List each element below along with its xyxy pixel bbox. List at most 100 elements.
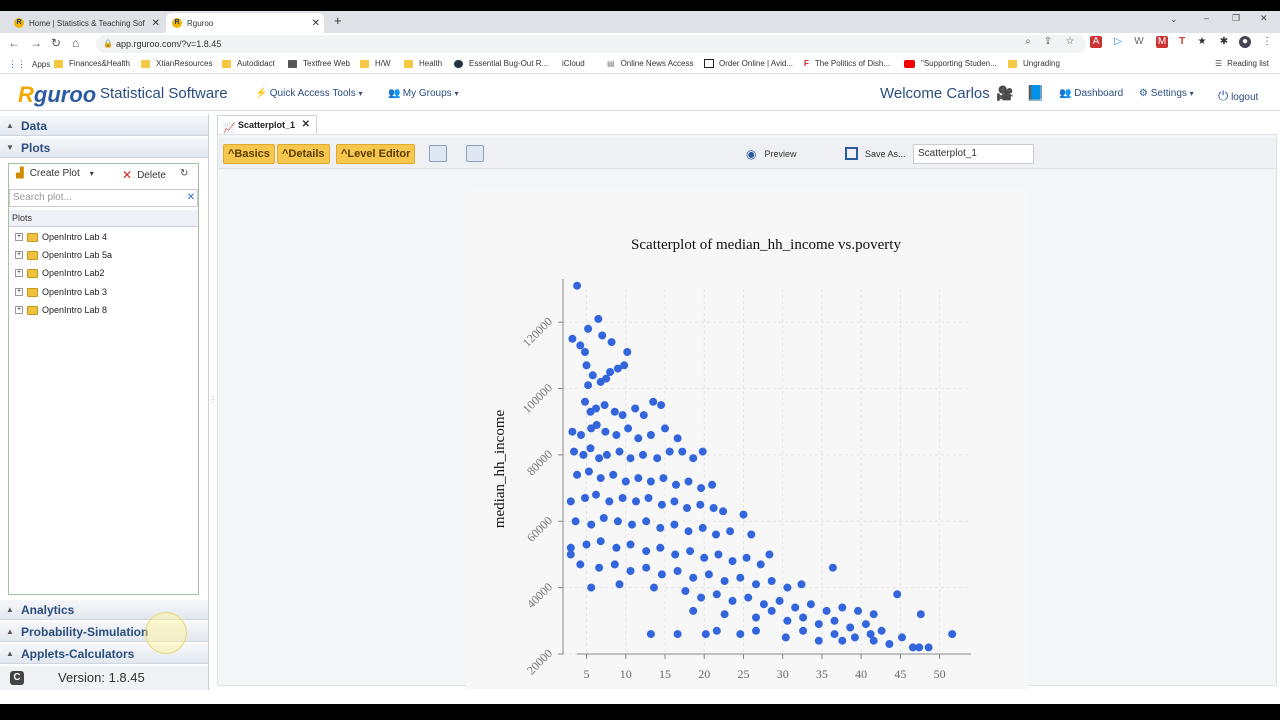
tab-search-icon[interactable]: ⌄ [1170,14,1178,25]
browser-tab-home[interactable]: R Home | Statistics & Teaching Sof ✕ [8,13,164,33]
tree-item[interactable]: + OpenIntro Lab 4 [15,230,107,244]
search-plot-input[interactable]: Search plot... [9,189,198,207]
grid [563,289,971,655]
expand-icon[interactable]: + [15,288,23,296]
profile-avatar-icon[interactable]: ● [1239,36,1251,48]
bookmark-star-icon[interactable]: ☆ [1064,36,1076,48]
basics-button[interactable]: ^Basics [223,144,275,164]
url-field[interactable]: 🔒 app.rguroo.com/?v=1.8.45 [96,35,1086,53]
extension-icon[interactable]: M [1156,36,1168,48]
chart-tab-icon: 📈 [223,123,236,134]
scatter-point [600,401,609,410]
expand-icon[interactable]: + [15,233,23,241]
bookmark-item[interactable]: Essential Bug-Out R... [454,59,548,68]
apps-grid-icon: ⋮⋮ [8,59,26,69]
wordpress-extension-icon[interactable]: W [1133,36,1145,48]
logout-link[interactable]: ⏻ logout [1218,88,1258,104]
create-plot-button[interactable]: ▟ Create Plot ▾ [16,168,94,179]
dashboard-link[interactable]: 👥 Dashboard [1059,88,1123,99]
bookmark-item[interactable]: Finances&Health [54,59,130,68]
book-icon[interactable]: 📘 [1026,84,1045,102]
doc-tab-scatterplot[interactable]: 📈 Scatterplot_1 ✕ [217,115,317,134]
star-extension-icon[interactable]: ★ [1196,36,1208,48]
bookmark-item[interactable]: Textfree Web [288,59,350,68]
bookmark-item[interactable]: Order Online | Avid... [704,59,793,68]
media-extension-icon[interactable]: ▷ [1112,36,1124,48]
quick-access-tools-menu[interactable]: ⚡ Quick Access Tools ▾ [255,88,363,99]
bookmark-item[interactable]: "Supporting Studen... [904,59,997,68]
browser-tab-rguroo[interactable]: R Rguroo ✕ [166,13,324,33]
settings-menu[interactable]: ⚙ Settings ▾ [1139,88,1194,99]
tree-item-label: OpenIntro Lab 5a [42,250,113,260]
window-close-icon[interactable]: ✕ [1260,13,1268,24]
save-as-button[interactable]: Save As... [845,147,906,160]
preview-button[interactable]: ◉ Preview [746,147,797,161]
refresh-button[interactable]: ↻ [180,168,188,179]
bookmark-apps[interactable]: ⋮⋮ Apps [8,59,50,70]
layers-icon[interactable] [429,145,447,162]
details-button[interactable]: ^Details [277,144,330,164]
copy-icon[interactable] [466,145,484,162]
close-icon[interactable]: ✕ [152,18,160,29]
y-tick-label: 20000 [524,646,555,677]
clear-search-icon[interactable]: ✕ [184,190,198,206]
video-icon[interactable]: 🎥 [996,85,1013,102]
scatter-point [681,587,690,595]
forward-icon[interactable]: → [30,36,42,50]
folder-icon [27,305,38,315]
reload-icon[interactable]: ↻ [51,36,61,50]
new-tab-icon[interactable]: + [334,13,342,28]
scatter-point [806,600,815,609]
pdf-extension-icon[interactable]: A [1090,36,1102,48]
browser-tab-strip: R Home | Statistics & Teaching Sof ✕ R R… [0,11,1280,33]
tree-item[interactable]: + OpenIntro Lab 8 [15,303,107,317]
group-icon: 👥 [388,88,401,99]
accordion-plots[interactable]: ▼ Plots [0,138,208,158]
scatter-point [653,454,662,463]
share-icon[interactable]: ⇪ [1042,36,1054,48]
accordion-label: Analytics [21,603,75,617]
scatter-point [712,530,720,539]
scatter-point [661,424,669,433]
reading-list[interactable]: ☰ Reading list [1215,59,1269,68]
bookmark-item[interactable]: Health [404,59,442,68]
my-groups-menu[interactable]: 👥 My Groups ▾ [388,88,458,99]
bookmark-item[interactable]: XtianResources [141,59,212,68]
expand-icon[interactable]: + [15,269,23,277]
bookmark-label: XtianResources [156,59,213,68]
home-icon[interactable]: ⌂ [72,36,79,50]
scatter-point [598,331,607,340]
back-icon[interactable]: ← [8,36,20,50]
delete-button[interactable]: ✕ Delete [122,168,166,182]
letterbox-top [0,0,1280,11]
minimize-icon[interactable]: – [1204,13,1209,23]
plot-name-input[interactable]: Scatterplot_1 [913,144,1034,164]
caret-down-icon: ▾ [1189,89,1194,98]
expand-icon[interactable]: + [15,306,23,314]
expand-icon[interactable]: + [15,251,23,259]
panel-resize-handle[interactable]: ⋮ [209,395,217,411]
tree-item[interactable]: + OpenIntro Lab 5a [15,248,112,262]
rguroo-logo[interactable]: Rguroo [18,82,96,108]
bookmark-item[interactable]: ▤ Online News Access [607,59,693,68]
scatter-point [646,477,655,486]
puzzle-icon[interactable]: ✱ [1218,36,1230,48]
close-icon[interactable]: ✕ [312,18,320,29]
zoom-icon[interactable]: ⌕ [1022,36,1034,48]
close-icon[interactable]: ✕ [302,116,310,134]
level-editor-button[interactable]: ^Level Editor [336,144,416,164]
bookmark-item[interactable]: F The Politics of Dish... [804,59,890,68]
accordion-data[interactable]: ▲ Data [0,116,208,136]
scatter-point [720,577,729,585]
tree-item[interactable]: + OpenIntro Lab2 [15,266,105,280]
logo-text: guroo [33,82,97,107]
bookmark-item[interactable]: Ungrading [1008,59,1060,68]
tp-extension-icon[interactable]: T [1176,36,1188,48]
scatter-point [573,470,582,479]
tree-item[interactable]: + OpenIntro Lab 3 [15,285,107,299]
maximize-icon[interactable]: ❐ [1232,13,1240,24]
bookmark-item[interactable]: Autodidact [222,59,275,68]
menu-kebab-icon[interactable]: ⋮ [1261,36,1273,48]
bookmark-item[interactable]: iCloud [556,59,585,68]
bookmark-item[interactable]: H/W [360,59,391,68]
